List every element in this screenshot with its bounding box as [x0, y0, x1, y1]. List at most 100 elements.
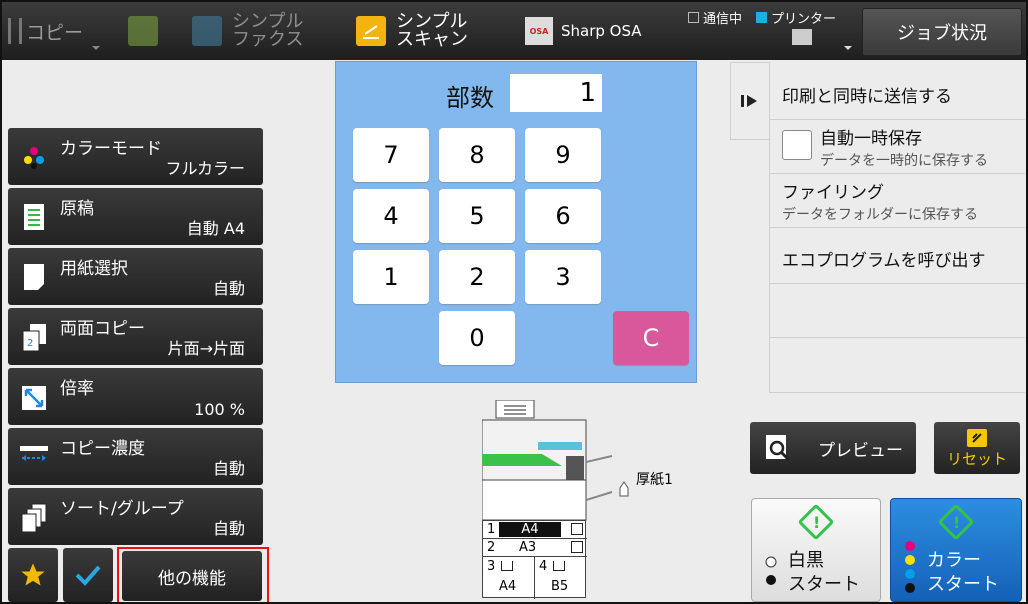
- key-6[interactable]: 6: [525, 189, 601, 243]
- tray-2-size: A3: [519, 540, 537, 555]
- sending-indicator-icon: [688, 12, 699, 23]
- bw-indicator-icon: [765, 556, 777, 585]
- key-9[interactable]: 9: [525, 128, 601, 182]
- key-3[interactable]: 3: [525, 250, 601, 304]
- simple-scan-tab[interactable]: シンプル スキャン: [356, 2, 486, 60]
- paper-select-value: 自動: [212, 279, 245, 298]
- sort-group-button[interactable]: ソート/グループ 自動: [8, 488, 263, 545]
- checkmark-icon: [75, 565, 101, 586]
- key-1[interactable]: 1: [353, 250, 429, 304]
- original-button[interactable]: 原稿 自動 A4: [8, 188, 263, 245]
- printer-indicator-icon: [756, 12, 768, 23]
- duplex-copy-button[interactable]: 2 両面コピー 片面→片面: [8, 308, 263, 365]
- copies-input[interactable]: 1: [510, 74, 602, 112]
- zoom-title: 倍率: [60, 379, 94, 399]
- tray-3[interactable]: 3 A4: [483, 557, 535, 599]
- tray-1[interactable]: 1 A4: [483, 521, 587, 539]
- tray-4[interactable]: 4 B5: [535, 557, 587, 599]
- fax-icon: [192, 16, 222, 46]
- color-mode-icon: [24, 147, 44, 169]
- sort-title: ソート/グループ: [60, 499, 184, 519]
- duplex-value: 片面→片面: [167, 339, 245, 358]
- copies-keypad: 部数 1 7 8 9 4 5 6 1 2 3 0 C: [335, 61, 697, 383]
- auto-temp-save-label: 自動一時保存: [820, 129, 922, 149]
- copy-icon: [8, 18, 22, 44]
- sending-status: 通信中: [703, 12, 743, 27]
- zoom-value: 100 %: [194, 400, 245, 419]
- bw-start-button[interactable]: ! 白黒 スタート: [751, 498, 881, 602]
- check-settings-button[interactable]: [63, 548, 113, 602]
- tray-1-size: A4: [499, 522, 561, 537]
- osa-label: Sharp OSA: [561, 22, 642, 40]
- job-status-button[interactable]: ジョブ状況: [862, 8, 1022, 56]
- status-area[interactable]: 通信中 プリンター: [688, 2, 858, 60]
- filing-item[interactable]: ファイリング データをフォルダーに保存する: [770, 174, 1025, 228]
- tray-stack: 1 A4 2 A3 3 A4 4 B5: [482, 520, 587, 599]
- copy-mode-tab[interactable]: コピー: [8, 2, 106, 60]
- tray-3-number: 3: [487, 559, 496, 574]
- tray-3-size: A4: [499, 579, 517, 594]
- reset-button[interactable]: リセット: [934, 422, 1020, 474]
- copy-mode-label: コピー: [26, 21, 84, 44]
- dropdown-triangle-icon: [92, 46, 100, 54]
- clear-key[interactable]: C: [613, 311, 689, 365]
- key-8[interactable]: 8: [439, 128, 515, 182]
- key-7[interactable]: 7: [353, 128, 429, 182]
- paper-select-title: 用紙選択: [60, 259, 128, 279]
- preview-button[interactable]: プレビュー: [750, 422, 916, 474]
- printer-icon: [792, 29, 812, 45]
- original-icon: [24, 204, 44, 230]
- paper-select-icon: [24, 264, 44, 290]
- filing-desc: データをフォルダーに保存する: [782, 207, 978, 223]
- printer-diagram: 1 A4 2 A3 3 A4 4 B5: [481, 399, 592, 599]
- filing-label: ファイリング: [782, 183, 884, 203]
- shortcut-tab[interactable]: [128, 2, 160, 60]
- key-0[interactable]: 0: [439, 311, 515, 365]
- zoom-icon: [22, 386, 46, 410]
- paper-select-button[interactable]: 用紙選択 自動: [8, 248, 263, 305]
- duplex-title: 両面コピー: [60, 319, 145, 339]
- color-start-button[interactable]: ! カラー スタート: [890, 498, 1022, 602]
- dropdown-triangle-icon: [844, 46, 852, 54]
- tray-2[interactable]: 2 A3: [483, 539, 587, 557]
- key-5[interactable]: 5: [439, 189, 515, 243]
- bypass-tray-icon: [586, 455, 629, 501]
- simple-fax-tab[interactable]: シンプル ファクス: [192, 2, 322, 60]
- auto-temp-save-item[interactable]: 自動一時保存 データを一時的に保存する: [770, 120, 1025, 174]
- color-mode-button[interactable]: カラーモード フルカラー: [8, 128, 263, 185]
- star-icon: [21, 563, 45, 586]
- tray-2-icon: [571, 541, 583, 553]
- sort-value: 自動: [212, 519, 245, 538]
- key-4[interactable]: 4: [353, 189, 429, 243]
- tray-1-icon: [571, 523, 583, 535]
- start-exclaim-icon: !: [813, 513, 821, 532]
- auto-temp-save-desc: データを一時的に保存する: [820, 153, 988, 169]
- eco-program-item[interactable]: エコプログラムを呼び出す: [770, 228, 1025, 284]
- other-functions-button[interactable]: 他の機能: [122, 551, 262, 601]
- sort-icon: [21, 503, 47, 532]
- tray-2-number: 2: [487, 540, 496, 555]
- expand-panel-button[interactable]: [730, 62, 770, 140]
- favorite-button[interactable]: [8, 548, 58, 602]
- copy-density-button[interactable]: コピー濃度 自動: [8, 428, 263, 485]
- document-icon: [128, 16, 158, 46]
- eco-program-label: エコプログラムを呼び出す: [782, 251, 986, 271]
- bypass-tray-label[interactable]: 厚紙1: [636, 469, 673, 489]
- reset-label: リセット: [946, 449, 1007, 468]
- preview-label: プレビュー: [818, 440, 903, 461]
- tray-3-icon: [501, 561, 513, 571]
- color-start-label-2: スタート: [927, 574, 999, 595]
- original-value: 自動 A4: [186, 219, 245, 238]
- density-title: コピー濃度: [60, 439, 145, 459]
- auto-temp-save-checkbox[interactable]: [782, 130, 812, 160]
- tray-1-number: 1: [487, 522, 496, 537]
- zoom-button[interactable]: 倍率 100 %: [8, 368, 263, 425]
- key-2[interactable]: 2: [439, 250, 515, 304]
- color-indicator-icon: [905, 541, 915, 593]
- duplex-icon: 2: [22, 324, 46, 352]
- sharp-osa-tab[interactable]: OSA Sharp OSA: [525, 2, 655, 60]
- fax-label-line2: ファクス: [232, 29, 304, 50]
- svg-text:2: 2: [27, 338, 33, 349]
- expand-arrow-icon: [741, 95, 757, 107]
- send-while-printing-item[interactable]: 印刷と同時に送信する: [770, 62, 1025, 120]
